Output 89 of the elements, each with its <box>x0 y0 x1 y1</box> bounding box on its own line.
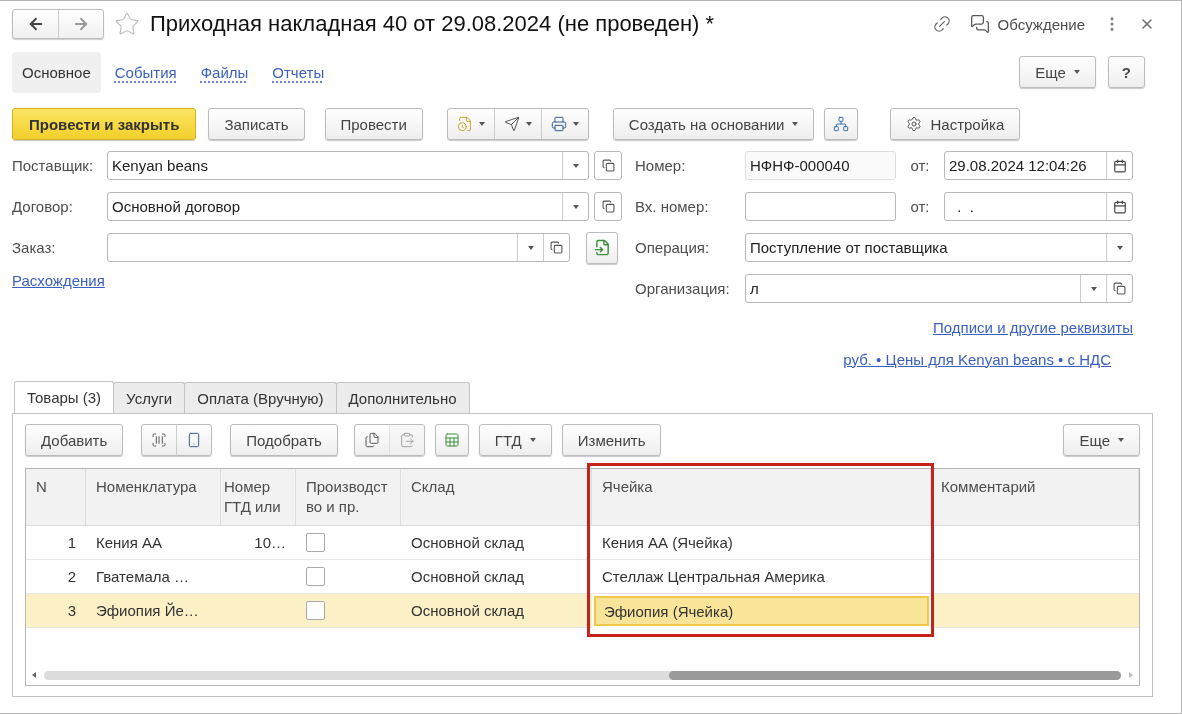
date-field[interactable]: . . <box>944 192 1133 221</box>
checkbox[interactable] <box>306 533 325 552</box>
discrepancies-link[interactable]: Расхождения <box>12 271 105 289</box>
section-tab[interactable]: Файлы <box>190 51 259 93</box>
command-button[interactable]: Провести <box>324 108 423 140</box>
column-header[interactable]: Склад <box>401 469 592 526</box>
scroll-left-icon[interactable] <box>32 672 36 678</box>
calendar-icon <box>1112 158 1127 173</box>
field-label: от: <box>909 198 931 215</box>
caret-icon <box>1118 438 1124 442</box>
windows-icon <box>601 159 615 172</box>
table-cell: 3 <box>26 594 86 628</box>
date-field[interactable]: 29.08.2024 12:04:26 <box>944 151 1133 180</box>
table-cell: Основной склад <box>401 594 592 628</box>
open-button[interactable] <box>594 151 622 180</box>
printer-icon <box>550 116 567 132</box>
input-field[interactable]: л <box>745 274 1133 303</box>
field-label: Организация: <box>635 280 731 297</box>
checkbox[interactable] <box>306 601 325 620</box>
toolbar-button[interactable]: Добавить <box>25 424 124 456</box>
toolbar-button[interactable]: Изменить <box>561 424 662 456</box>
section-tab[interactable]: События <box>104 51 187 93</box>
settings-icon <box>906 116 923 132</box>
field-label: Заказ: <box>12 239 57 256</box>
menu-button[interactable]: ГТД <box>478 424 552 456</box>
horizontal-scrollbar[interactable] <box>44 670 1121 680</box>
input-field[interactable] <box>107 233 570 262</box>
fill-button[interactable] <box>434 424 469 456</box>
menu-button[interactable]: Создать на основании <box>612 108 815 140</box>
windows-icon <box>601 200 615 213</box>
windows-icon <box>1113 282 1126 295</box>
post-and-close-button[interactable]: Провести и закрыть <box>12 108 197 140</box>
column-header[interactable]: Номер ГТД или <box>221 469 296 526</box>
field-label: Вх. номер: <box>635 198 710 215</box>
toolbar-button[interactable]: Подобрать <box>230 424 338 456</box>
field-label: Поставщик: <box>12 157 95 174</box>
fill-from-order-button[interactable] <box>586 231 618 264</box>
arrow-right-icon <box>72 15 90 33</box>
tab[interactable]: Услуги <box>113 382 186 413</box>
select-field[interactable]: Поступление от поставщика <box>745 233 1133 262</box>
field-label: Операция: <box>635 239 711 256</box>
caret-icon <box>1073 70 1080 74</box>
tab[interactable]: Товары (3) <box>14 381 115 413</box>
discussion-button[interactable]: Обсуждение <box>969 14 1085 34</box>
tab[interactable]: Оплата (Вручную) <box>184 382 337 413</box>
document-clock-icon <box>456 116 473 132</box>
windows-icon <box>550 241 563 254</box>
open-button[interactable] <box>594 192 622 221</box>
field-label: от: <box>909 157 931 174</box>
window-title: Приходная накладная 40 от 29.08.2024 (не проведен) * <box>150 11 715 37</box>
barcode-icon <box>151 432 168 448</box>
column-header[interactable]: Производство и пр. <box>296 469 401 526</box>
input-field[interactable]: НФНФ-000040 <box>745 151 896 180</box>
star-icon[interactable] <box>114 11 140 37</box>
caret-icon <box>792 122 799 126</box>
more-button[interactable]: Еще <box>1063 424 1140 456</box>
calendar-icon <box>1112 199 1127 214</box>
copy-icon <box>363 432 380 448</box>
input-field[interactable]: Kenyan beans <box>107 151 589 180</box>
table-icon <box>443 432 460 448</box>
hierarchy-icon <box>833 116 850 132</box>
paste-icon <box>398 432 415 448</box>
paper-plane-icon <box>503 116 520 132</box>
structure-button[interactable] <box>824 108 859 140</box>
help-button[interactable]: ? <box>1107 56 1145 88</box>
input-field[interactable] <box>745 192 896 221</box>
column-header[interactable]: Комментарий <box>931 469 1139 526</box>
link-icon[interactable] <box>931 14 952 34</box>
command-button[interactable]: Записать <box>208 108 305 140</box>
speech-bubbles-icon <box>969 14 990 34</box>
table-cell: Эфиопия (Ячейка) <box>594 596 929 626</box>
document-arrow-icon <box>593 239 611 256</box>
checkbox[interactable] <box>306 567 325 586</box>
details-link[interactable]: Подписи и другие реквизиты <box>933 318 1133 336</box>
column-header[interactable]: Ячейка <box>592 469 931 526</box>
settings-button[interactable]: Настройка <box>890 108 1021 140</box>
caret-icon <box>529 438 536 442</box>
details-link[interactable]: руб. • Цены для Kenyan beans • с НДС <box>843 350 1111 368</box>
more-button[interactable]: Еще <box>1019 56 1096 88</box>
tab[interactable]: Дополнительно <box>335 382 470 413</box>
scroll-right-icon[interactable] <box>1129 672 1133 678</box>
input-field[interactable]: Основной договор <box>107 192 589 221</box>
column-header[interactable]: N <box>26 469 86 526</box>
column-header[interactable]: Номенклатура <box>86 469 221 526</box>
field-label: Договор: <box>12 198 74 215</box>
section-tab[interactable]: Основное <box>12 51 101 93</box>
table-cell: Эфиопия Йе… <box>86 594 221 628</box>
field-label: Номер: <box>635 157 687 174</box>
section-tab[interactable]: Отчеты <box>262 51 335 93</box>
